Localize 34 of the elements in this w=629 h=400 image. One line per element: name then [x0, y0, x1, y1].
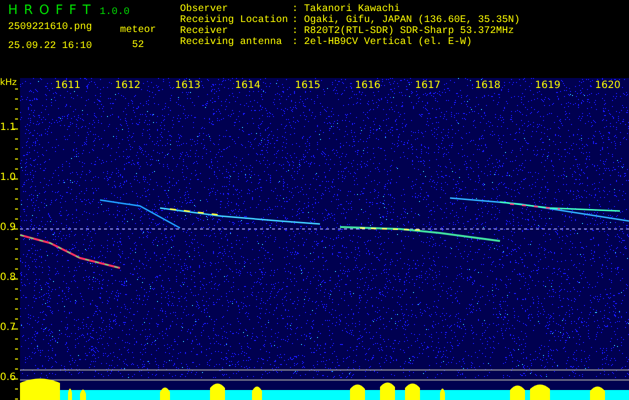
info-label: Receiving Location	[180, 15, 290, 26]
app-title: H R O F F T	[8, 3, 92, 18]
info-value: Ogaki, Gifu, JAPAN (136.60E, 35.35N)	[304, 15, 520, 26]
info-label: Receiver	[180, 26, 228, 37]
x-axis-label: 1612	[114, 80, 142, 91]
colon-separator: :	[292, 15, 300, 26]
x-axis-label: 1614	[234, 80, 262, 91]
info-value: 2el-HB9CV Vertical (el. E-W)	[304, 37, 474, 48]
info-label: Observer	[180, 4, 228, 15]
colon-separator: :	[292, 4, 300, 15]
info-value: Takanori Kawachi	[304, 4, 402, 15]
x-axis-label: 1616	[354, 80, 382, 91]
y-axis-label: 0.6	[0, 372, 16, 383]
x-axis-label: 1613	[174, 80, 202, 91]
counter-label: meteor	[120, 25, 156, 37]
version-label: 1.0.0	[100, 7, 130, 18]
date-time: 25.09.22 16:10	[8, 41, 92, 53]
unit-label: kHz	[0, 78, 17, 88]
x-axis-label: 1619	[534, 80, 562, 91]
colon-separator: :	[292, 37, 300, 48]
info-value: R820T2(RTL-SDR) SDR-Sharp 53.372MHz	[304, 26, 516, 37]
file-name: 2509221610.png	[8, 22, 92, 34]
x-axis-label: 1620	[594, 80, 622, 91]
counter-value: 52	[132, 40, 144, 52]
x-axis-label: 1618	[474, 80, 502, 91]
colon-separator: :	[292, 26, 300, 37]
y-axis-label: 0.9	[0, 222, 16, 233]
info-label: Receiving antenna	[180, 37, 284, 48]
x-axis-label: 1611	[54, 80, 82, 91]
x-axis-label: 1615	[294, 80, 322, 91]
y-axis-label: 0.8	[0, 272, 16, 283]
x-axis-label: 1617	[414, 80, 442, 91]
y-axis-label: 0.7	[0, 322, 16, 333]
y-axis-label: 1.0	[0, 172, 16, 183]
